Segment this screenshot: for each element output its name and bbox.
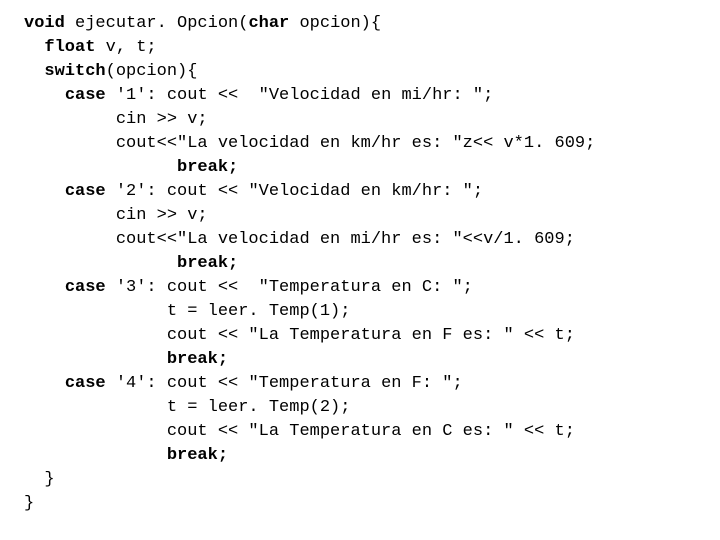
code-line: cin >> v; [24, 110, 208, 129]
code-line: cout<<"La velocidad en km/hr es: "z<< v*… [24, 134, 595, 153]
code-line: cout<<"La velocidad en mi/hr es: "<<v/1.… [24, 230, 575, 249]
keyword-token: void [24, 14, 65, 33]
code-line: cin >> v; [24, 206, 208, 225]
keyword-token: break; [167, 350, 228, 369]
text-token [24, 254, 177, 273]
text-token: ejecutar. Opcion( [65, 14, 249, 33]
code-line: switch(opcion){ [24, 62, 197, 81]
text-token [24, 62, 44, 81]
code-line: case '1': cout << "Velocidad en mi/hr: "… [24, 86, 493, 105]
text-token: } [24, 470, 55, 489]
text-token [24, 446, 167, 465]
text-token [24, 38, 44, 57]
keyword-token: break; [177, 254, 238, 273]
text-token: t = leer. Temp(1); [24, 302, 350, 321]
text-token: v, t; [95, 38, 156, 57]
text-token [24, 374, 65, 393]
code-line: void ejecutar. Opcion(char opcion){ [24, 14, 381, 33]
code-line: break; [24, 254, 238, 273]
text-token: opcion){ [289, 14, 381, 33]
code-line: } [24, 494, 34, 513]
code-line: case '2': cout << "Velocidad en km/hr: "… [24, 182, 483, 201]
code-line: } [24, 470, 55, 489]
code-line: cout << "La Temperatura en F es: " << t; [24, 326, 575, 345]
code-block: void ejecutar. Opcion(char opcion){ floa… [0, 0, 720, 516]
text-token [24, 158, 177, 177]
text-token: '2': cout << "Velocidad en km/hr: "; [106, 182, 483, 201]
text-token: '4': cout << "Temperatura en F: "; [106, 374, 463, 393]
text-token: cout<<"La velocidad en mi/hr es: "<<v/1.… [24, 230, 575, 249]
code-line: case '3': cout << "Temperatura en C: "; [24, 278, 473, 297]
keyword-token: case [65, 278, 106, 297]
code-line: t = leer. Temp(2); [24, 398, 350, 417]
text-token: cout << "La Temperatura en F es: " << t; [24, 326, 575, 345]
keyword-token: switch [44, 62, 105, 81]
text-token [24, 86, 65, 105]
code-line: break; [24, 158, 238, 177]
code-line: t = leer. Temp(1); [24, 302, 350, 321]
code-line: cout << "La Temperatura en C es: " << t; [24, 422, 575, 441]
text-token: '1': cout << "Velocidad en mi/hr: "; [106, 86, 494, 105]
code-line: break; [24, 446, 228, 465]
text-token: (opcion){ [106, 62, 198, 81]
text-token: cout<<"La velocidad en km/hr es: "z<< v*… [24, 134, 595, 153]
keyword-token: case [65, 86, 106, 105]
text-token: cin >> v; [24, 206, 208, 225]
keyword-token: case [65, 374, 106, 393]
keyword-token: break; [167, 446, 228, 465]
text-token: '3': cout << "Temperatura en C: "; [106, 278, 473, 297]
text-token: } [24, 494, 34, 513]
code-line: break; [24, 350, 228, 369]
text-token [24, 182, 65, 201]
keyword-token: float [44, 38, 95, 57]
keyword-token: case [65, 182, 106, 201]
text-token: t = leer. Temp(2); [24, 398, 350, 417]
text-token: cin >> v; [24, 110, 208, 129]
keyword-token: break; [177, 158, 238, 177]
text-token: cout << "La Temperatura en C es: " << t; [24, 422, 575, 441]
text-token [24, 278, 65, 297]
code-line: case '4': cout << "Temperatura en F: "; [24, 374, 463, 393]
keyword-token: char [248, 14, 289, 33]
code-line: float v, t; [24, 38, 157, 57]
text-token [24, 350, 167, 369]
